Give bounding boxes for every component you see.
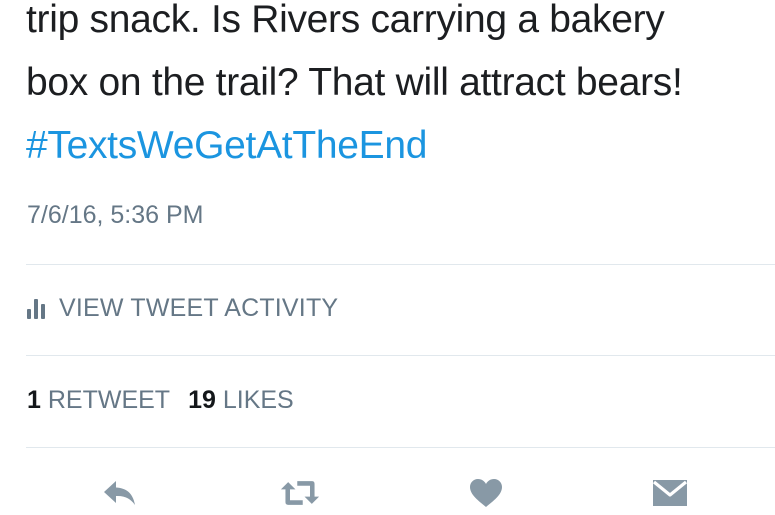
likes-count: 19: [188, 386, 216, 414]
bar-chart-icon: [27, 298, 45, 319]
envelope-icon: [652, 480, 688, 506]
hashtag-link[interactable]: #TextsWeGetAtTheEnd: [26, 114, 766, 177]
retweet-icon: [280, 481, 320, 505]
tweet-text-line-1: trip snack. Is Rivers carrying a bakery: [26, 0, 665, 41]
tweet-actions-bar: [0, 470, 775, 515]
direct-message-button[interactable]: [650, 476, 690, 510]
heart-icon: [470, 479, 502, 507]
reply-icon: [104, 481, 135, 505]
likes-stat[interactable]: 19 LIKES: [188, 386, 294, 414]
divider: [26, 264, 775, 265]
retweets-count: 1: [27, 386, 41, 414]
view-tweet-activity-link[interactable]: VIEW TWEET ACTIVITY: [27, 294, 338, 323]
divider: [26, 447, 775, 448]
tweet-text-line-2: box on the trail? That will attract bear…: [26, 61, 683, 104]
tweet-text: trip snack. Is Rivers carrying a bakery …: [26, 0, 766, 177]
retweet-button[interactable]: [280, 476, 320, 510]
tweet-timestamp[interactable]: 7/6/16, 5:36 PM: [27, 201, 204, 230]
retweets-label: RETWEET: [47, 386, 171, 414]
likes-label: LIKES: [222, 386, 294, 414]
like-button[interactable]: [466, 476, 506, 510]
tweet-stats: 1 RETWEET 19 LIKES: [27, 386, 294, 415]
retweets-stat[interactable]: 1 RETWEET: [27, 386, 170, 414]
divider: [26, 355, 775, 356]
reply-button[interactable]: [100, 476, 140, 510]
view-tweet-activity-label: VIEW TWEET ACTIVITY: [59, 294, 339, 322]
